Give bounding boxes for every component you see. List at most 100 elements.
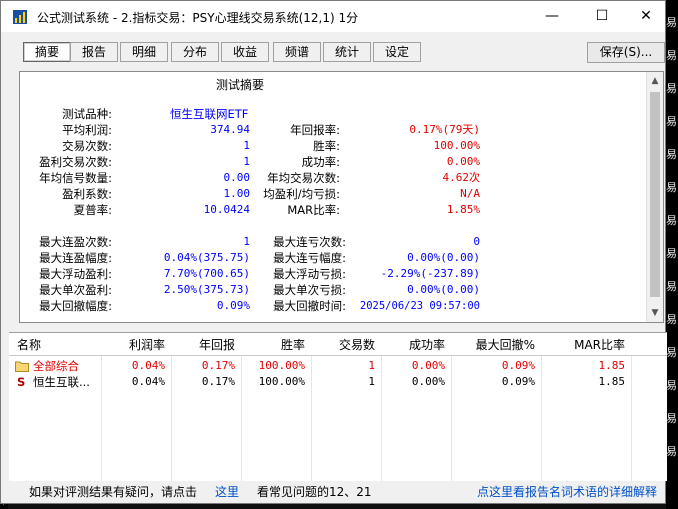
tab-details[interactable]: 明细: [120, 42, 168, 62]
row-mar: 1.85: [598, 359, 626, 372]
scroll-down-icon[interactable]: ▼: [647, 308, 663, 318]
stat-label: 最大浮动亏损:: [273, 267, 346, 281]
table-row-aggregate[interactable]: 全部综合 0.04% 0.17% 100.00% 1 0.00% 0.09% 1…: [9, 358, 667, 374]
row-success: 0.00%: [411, 359, 445, 372]
stat-label: 最大连盈幅度:: [39, 251, 112, 265]
row-winrate: 100.00%: [258, 359, 305, 372]
col-header-success[interactable]: 成功率: [381, 336, 445, 353]
tab-report[interactable]: 报告: [70, 42, 118, 62]
stat-value: 0.17%(79天): [409, 123, 480, 136]
stat-value: 1: [243, 235, 250, 248]
stat-label: 最大回撤时间:: [273, 299, 346, 313]
title-bar[interactable]: 公式测试系统 - 2.指标交易：PSY心理线交易系统(12,1) 1分 — ☐ …: [1, 1, 665, 32]
maximize-button[interactable]: ☐: [579, 1, 625, 32]
test-system-window: 公式测试系统 - 2.指标交易：PSY心理线交易系统(12,1) 1分 — ☐ …: [0, 0, 667, 504]
row-annual: 0.17%: [201, 359, 235, 372]
stat-value: 1: [243, 139, 250, 152]
row-drawdown: 0.09%: [501, 375, 535, 388]
col-header-mar[interactable]: MAR比率: [541, 336, 625, 353]
background-glyph: 易: [666, 82, 677, 95]
background-glyph: 易: [666, 115, 677, 128]
tab-settings[interactable]: 设定: [373, 42, 421, 62]
background-glyph: 易: [666, 313, 677, 326]
row-name: 恒生互联...: [33, 375, 90, 389]
stat-value: 10.0424: [203, 203, 250, 216]
stat-value: -2.29%(-237.89): [380, 267, 480, 280]
row-profit: 0.04%: [131, 359, 165, 372]
stat-value: 0.00%: [446, 155, 480, 168]
stat-value: 7.70%(700.65): [163, 267, 250, 280]
row-profit: 0.04%: [131, 375, 165, 388]
status-text-faq: 看常见问题的12、21: [257, 485, 372, 499]
table-header: 名称 利润率 年回报 胜率 交易数 成功率 最大回撤% MAR比率: [9, 333, 667, 356]
tab-distribution[interactable]: 分布: [171, 42, 219, 62]
row-winrate: 100.00%: [258, 375, 305, 388]
save-button[interactable]: 保存(S)...: [587, 42, 665, 63]
stat-label: 年均交易次数:: [267, 171, 340, 185]
stat-label: 最大连亏幅度:: [273, 251, 346, 265]
row-trades: 1: [368, 375, 375, 388]
stat-value: N/A: [460, 187, 480, 200]
background-glyph: 易: [666, 49, 677, 62]
background-glyph: 易: [666, 247, 677, 260]
folder-icon: [15, 361, 29, 372]
stat-label: 胜率:: [313, 139, 340, 153]
window-title: 公式测试系统 - 2.指标交易：PSY心理线交易系统(12,1) 1分: [37, 11, 359, 25]
stat-value: 1: [243, 155, 250, 168]
stat-label: 最大连亏次数:: [273, 235, 346, 249]
background-glyph: 易: [666, 148, 677, 161]
glossary-link[interactable]: 点这里看报告名词术语的详细解释: [477, 481, 657, 503]
stat-label: 最大单次亏损:: [273, 283, 346, 297]
background-glyph: 易: [666, 445, 677, 458]
col-header-name[interactable]: 名称: [17, 336, 41, 353]
row-name: 全部综合: [33, 359, 79, 373]
table-row-instrument[interactable]: S 恒生互联... 0.04% 0.17% 100.00% 1 0.00% 0.…: [9, 374, 667, 390]
stat-label: 最大连盈次数:: [39, 235, 112, 249]
col-header-profit[interactable]: 利润率: [101, 336, 165, 353]
tab-toolbar: 摘要 报告 明细 分布 收益 频谱 统计 设定 保存(S)...: [1, 32, 665, 68]
summary-scrollbar[interactable]: ▲ ▼: [646, 72, 663, 322]
stat-label: 最大单次盈利:: [39, 283, 112, 297]
tab-returns[interactable]: 收益: [221, 42, 269, 62]
stat-value: 0: [473, 235, 480, 248]
app-icon: [13, 10, 27, 24]
row-drawdown: 0.09%: [501, 359, 535, 372]
stat-value: 1.85%: [446, 203, 480, 216]
stat-value: 0.00%(0.00): [407, 283, 480, 296]
faq-link[interactable]: 这里: [215, 481, 239, 503]
stat-label: 最大回撤幅度:: [39, 299, 112, 313]
tab-statistics[interactable]: 统计: [323, 42, 371, 62]
stat-value: 0.04%(375.75): [163, 251, 250, 264]
summary-title: 测试摘要: [216, 78, 265, 92]
scroll-thumb[interactable]: [650, 92, 660, 297]
background-glyph: 易: [666, 379, 677, 392]
stat-label: 测试品种:: [62, 107, 112, 121]
col-header-annual[interactable]: 年回报: [171, 336, 235, 353]
close-button[interactable]: ✕: [623, 1, 669, 32]
minimize-button[interactable]: —: [529, 1, 575, 32]
scroll-up-icon[interactable]: ▲: [647, 76, 663, 86]
col-header-trades[interactable]: 交易数: [311, 336, 375, 353]
col-header-winrate[interactable]: 胜率: [241, 336, 305, 353]
stat-value: 1.00: [223, 187, 251, 200]
row-mar: 1.85: [598, 375, 626, 388]
stock-s-icon: S: [17, 375, 26, 389]
stat-label: 盈利交易次数:: [39, 155, 112, 169]
col-header-drawdown[interactable]: 最大回撤%: [451, 336, 535, 353]
stat-value: 2.50%(375.73): [163, 283, 250, 296]
background-glyph: 易: [666, 280, 677, 293]
tab-spectrum[interactable]: 频谱: [273, 42, 321, 62]
stat-label: MAR比率:: [287, 203, 340, 217]
status-text-question: 如果对评测结果有疑问，请点击: [29, 485, 198, 499]
tab-summary[interactable]: 摘要: [23, 42, 71, 62]
status-bar: 如果对评测结果有疑问，请点击 这里 看常见问题的12、21 点这里看报告名词术语…: [1, 481, 665, 503]
stat-label: 交易次数:: [62, 139, 112, 153]
row-trades: 1: [368, 359, 375, 372]
stat-label: 年均信号数量:: [39, 171, 112, 185]
stat-label: 年回报率:: [290, 123, 340, 137]
stat-label: 平均利润:: [62, 123, 112, 137]
stat-label: 均盈利/均亏损:: [263, 187, 340, 201]
stat-value: 2025/06/23 09:57:00: [359, 300, 480, 312]
stat-value: 0.00%(0.00): [407, 251, 480, 264]
background-glyph: 易: [666, 214, 677, 227]
